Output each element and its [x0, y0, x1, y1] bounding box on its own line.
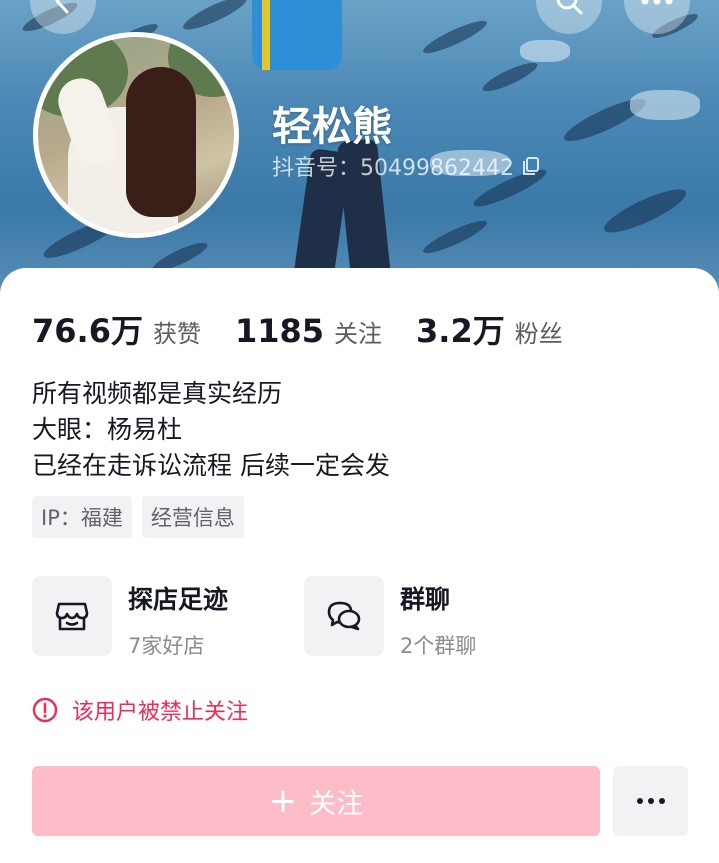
douyin-id[interactable]: 抖音号：50499862442: [272, 150, 540, 182]
profile-tags: IP：福建 经营信息: [32, 496, 244, 538]
stat-label: 粉丝: [514, 320, 563, 348]
card-subtitle: 7家好店: [128, 634, 205, 658]
stat-label: 关注: [334, 320, 383, 348]
stat-value: 3.2万: [416, 312, 505, 350]
exclamation-circle-icon: [32, 697, 58, 723]
store-icon: [55, 602, 89, 631]
store-visits-card[interactable]: 探店足迹 7家好店: [32, 576, 304, 660]
stat-value: 1185: [234, 312, 325, 350]
search-icon: [556, 0, 583, 15]
business-info-tag[interactable]: 经营信息: [141, 496, 244, 538]
profile-stats: 76.6万 获赞 1185 关注 3.2万 粉丝: [32, 306, 597, 352]
more-dots-icon: [641, 0, 673, 5]
avatar[interactable]: [33, 32, 239, 238]
douyin-id-text: 抖音号：50499862442: [272, 156, 514, 181]
bio-line: 大眼：杨易杜: [32, 415, 183, 444]
profile-bio: 所有视频都是真实经历 大眼：杨易杜 已经在走诉讼流程 后续一定会发: [32, 376, 390, 484]
cover-snow: [520, 40, 570, 62]
cover-streak: [179, 0, 251, 36]
cover-streak: [479, 57, 541, 97]
card-title: 群聊: [400, 585, 451, 614]
chat-icon-box: [304, 576, 384, 656]
plus-icon: +: [268, 781, 298, 821]
cover-figure-stripe: [262, 0, 270, 70]
follow-banned-notice: 该用户被禁止关注: [32, 694, 248, 726]
copy-icon[interactable]: [522, 156, 540, 176]
stat-label: 获赞: [152, 320, 201, 348]
feature-cards: 探店足迹 7家好店 群聊 2个群聊: [32, 576, 576, 660]
cover-snow: [630, 90, 700, 120]
back-arrow-icon: [55, 0, 69, 14]
card-subtitle: 2个群聊: [400, 634, 477, 658]
bio-line: 所有视频都是真实经历: [32, 379, 283, 408]
avatar-hair: [126, 67, 196, 217]
stat-value: 76.6万: [32, 312, 143, 350]
card-title: 探店足迹: [128, 585, 229, 614]
more-dots-icon: [636, 798, 665, 804]
profile-username: 轻松熊: [272, 104, 392, 150]
follow-button-label: 关注: [309, 788, 364, 820]
cover-streak: [420, 215, 490, 259]
cover-streak: [420, 15, 490, 59]
stat-likes[interactable]: 76.6万 获赞: [32, 306, 201, 352]
more-options-button[interactable]: [613, 766, 688, 836]
chat-bubbles-icon: [327, 601, 361, 631]
stat-followers[interactable]: 3.2万 粉丝: [416, 306, 563, 352]
warning-text: 该用户被禁止关注: [72, 700, 249, 725]
group-chat-card[interactable]: 群聊 2个群聊: [304, 576, 576, 660]
stat-following[interactable]: 1185 关注: [235, 312, 382, 350]
ip-location-tag: IP：福建: [32, 496, 132, 538]
cover-streak: [599, 182, 691, 240]
store-icon-box: [32, 576, 112, 656]
follow-button[interactable]: + 关注: [32, 766, 600, 836]
bio-line: 已经在走诉讼流程 后续一定会发: [32, 451, 390, 480]
